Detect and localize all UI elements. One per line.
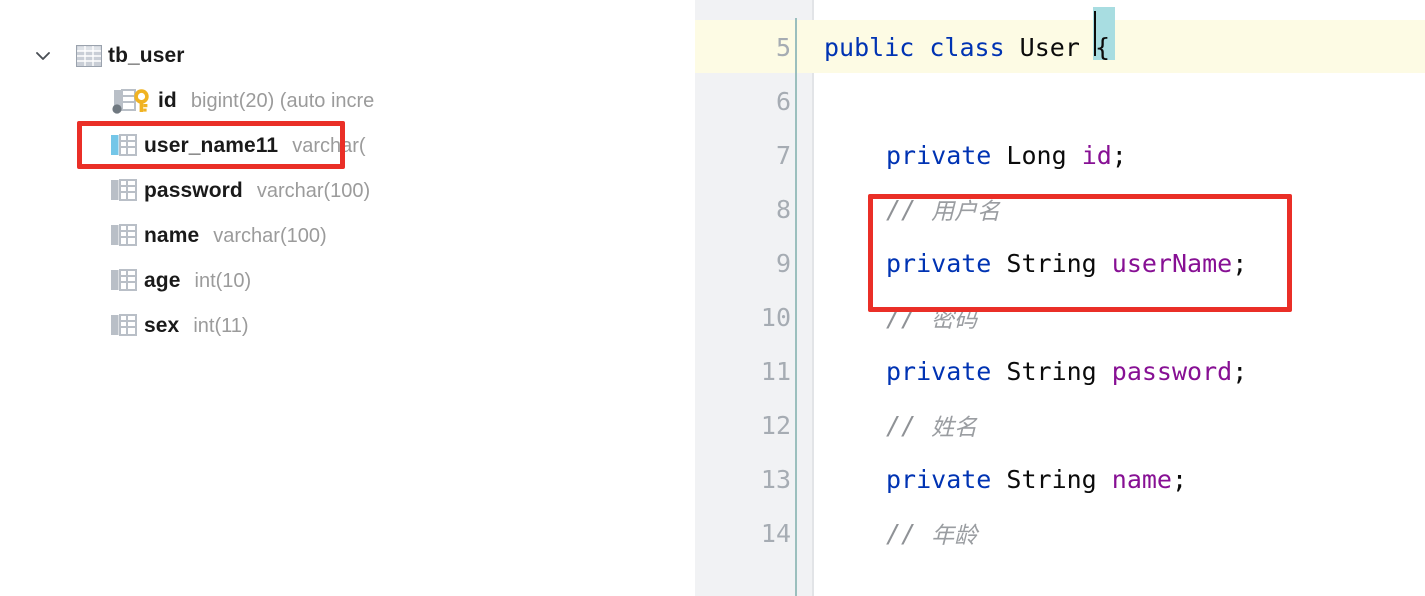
- tree-node-column[interactable]: id bigint(20) (auto incre: [110, 84, 695, 118]
- code-line[interactable]: 5 public class User {: [695, 6, 1425, 74]
- column-name-label: user_name11: [144, 134, 279, 157]
- column-type-label: bigint(20) (auto incre: [190, 89, 375, 112]
- primary-key-column-icon: [110, 88, 154, 114]
- tree-node-column[interactable]: sex int(11): [110, 309, 695, 343]
- code-token: String: [1006, 464, 1112, 494]
- line-number: 14: [760, 518, 791, 548]
- tree-node-table[interactable]: tb_user: [30, 39, 695, 73]
- code-line-text[interactable]: private String name;: [886, 452, 1187, 506]
- code-line[interactable]: 13 private String name;: [761, 452, 1425, 506]
- code-token: id: [1081, 140, 1112, 170]
- selected-brace-text: {: [1094, 32, 1110, 62]
- code-token: private: [886, 464, 1007, 494]
- column-icon: [110, 223, 140, 249]
- code-token: ;: [1232, 356, 1248, 386]
- line-number: 9: [775, 248, 791, 278]
- tree-node-column[interactable]: age int(10): [110, 264, 695, 298]
- code-line[interactable]: 12 // 姓名: [761, 398, 1425, 452]
- code-token: //: [886, 410, 932, 440]
- code-token: ;: [1111, 140, 1127, 170]
- code-line-text[interactable]: // 用户名: [886, 182, 1000, 236]
- code-token: //: [886, 302, 932, 332]
- code-token: 密码: [931, 307, 978, 333]
- column-type-label: varchar(100): [256, 179, 371, 202]
- code-line[interactable]: 7 private Long id;: [776, 128, 1425, 182]
- code-line[interactable]: 10 // 密码: [761, 290, 1425, 344]
- tree-node-column[interactable]: password varchar(100): [110, 174, 695, 208]
- column-name-label: sex: [144, 314, 180, 337]
- code-line-text[interactable]: private String password;: [886, 344, 1247, 398]
- code-line[interactable]: 8 // 用户名: [776, 182, 1425, 236]
- column-type-label: int(10): [194, 269, 252, 292]
- column-name-label: name: [144, 224, 200, 247]
- code-token: userName: [1111, 248, 1233, 278]
- line-number: 8: [775, 194, 791, 224]
- code-line[interactable]: 14 // 年龄: [761, 506, 1425, 560]
- code-line-text[interactable]: public class User {: [824, 6, 1115, 74]
- code-token: User: [1019, 32, 1095, 62]
- code-token: 用户名: [931, 199, 1001, 225]
- code-text-area[interactable]: 5 public class User {6 7 private Long id; 8/…: [695, 0, 1425, 596]
- column-type-label: int(11): [193, 314, 249, 337]
- column-icon: [110, 178, 140, 204]
- tree-node-column[interactable]: user_name11 varchar(: [110, 129, 695, 163]
- line-number: 6: [775, 86, 791, 116]
- code-token: //: [886, 194, 932, 224]
- tree-node-column[interactable]: name varchar(100): [110, 219, 695, 253]
- code-token: String: [1006, 356, 1112, 386]
- column-name-label: password: [144, 179, 243, 202]
- line-number: 12: [760, 410, 791, 440]
- code-token: //: [886, 518, 932, 548]
- code-token: public: [824, 32, 930, 62]
- line-number: 13: [760, 464, 791, 494]
- code-token: private: [886, 140, 1007, 170]
- code-token: private: [886, 356, 1007, 386]
- database-tree-panel[interactable]: tb_user id bigint(20) (auto incre user_nam…: [0, 0, 695, 596]
- code-line-text[interactable]: // 密码: [886, 290, 977, 344]
- column-type-label: varchar(: [292, 134, 366, 157]
- column-icon: [110, 313, 140, 339]
- column-type-label: varchar(100): [213, 224, 327, 247]
- code-token: ;: [1172, 464, 1188, 494]
- line-number: 7: [775, 140, 791, 170]
- code-line-text[interactable]: private Long id;: [886, 128, 1127, 182]
- code-line[interactable]: 9 private String userName;: [776, 236, 1425, 290]
- line-number: 10: [760, 302, 791, 332]
- code-line-text[interactable]: // 姓名: [886, 398, 977, 452]
- table-icon: [74, 43, 104, 69]
- code-editor-panel[interactable]: 5 public class User {6 7 private Long id; 8/…: [695, 0, 1425, 596]
- column-icon-selected: [110, 133, 140, 159]
- column-name-label: id: [158, 89, 177, 112]
- chevron-down-icon[interactable]: [30, 43, 56, 69]
- code-token: 年龄: [931, 523, 978, 549]
- code-line[interactable]: 6: [776, 74, 1425, 128]
- line-number: 11: [760, 356, 791, 386]
- code-token: Long: [1006, 140, 1082, 170]
- code-line-text[interactable]: // 年龄: [886, 506, 977, 560]
- line-number: 5: [775, 32, 791, 62]
- text-cursor-caret: [1093, 10, 1096, 56]
- code-token: ;: [1232, 248, 1248, 278]
- column-name-label: age: [144, 269, 181, 292]
- code-line-text[interactable]: private String userName;: [886, 236, 1247, 290]
- table-name-label: tb_user: [108, 44, 185, 67]
- code-line[interactable]: 11 private String password;: [761, 344, 1425, 398]
- column-icon: [110, 268, 140, 294]
- code-token: name: [1111, 464, 1172, 494]
- code-fold-guide-line: [795, 18, 797, 596]
- code-token: class: [929, 32, 1020, 62]
- code-token: private: [886, 248, 1007, 278]
- code-token: 姓名: [931, 415, 978, 441]
- code-token: String: [1006, 248, 1112, 278]
- code-token: password: [1111, 356, 1233, 386]
